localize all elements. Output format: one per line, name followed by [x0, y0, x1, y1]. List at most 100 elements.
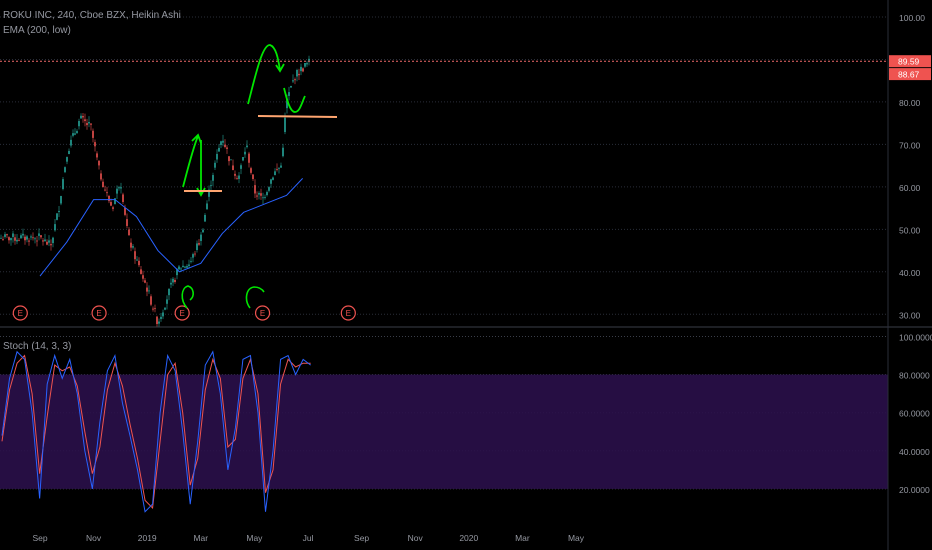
candle [212, 175, 214, 181]
candle [76, 131, 78, 134]
candle [20, 235, 22, 239]
candle [174, 279, 176, 282]
time-tick-label: Nov [408, 533, 424, 543]
candle [200, 234, 202, 241]
candle [152, 308, 154, 310]
candle [224, 144, 226, 147]
candle [50, 244, 52, 246]
price-tick-label: 30.00 [899, 310, 921, 320]
candle [300, 66, 302, 72]
candle [26, 236, 28, 240]
price-tick-label: 40.00 [899, 268, 921, 278]
candle [304, 62, 306, 67]
candle [148, 290, 150, 292]
candle [138, 260, 140, 266]
candle [302, 68, 304, 72]
candle [60, 196, 62, 204]
candle [98, 160, 100, 166]
candle [272, 177, 274, 180]
candle [108, 195, 110, 202]
candle [48, 240, 50, 243]
candle [24, 236, 26, 241]
candle [46, 241, 48, 245]
time-tick-label: Mar [515, 533, 530, 543]
candle [80, 115, 82, 119]
candle [42, 240, 44, 242]
candle [68, 150, 70, 155]
candle [190, 260, 192, 262]
earnings-marker-label: E [96, 309, 101, 318]
candle [170, 282, 172, 285]
candle [292, 80, 294, 82]
candle [216, 153, 218, 160]
candle [86, 123, 88, 126]
stoch-band [0, 374, 888, 489]
candle [294, 79, 296, 81]
candle [178, 266, 180, 270]
candle [120, 187, 122, 189]
candle [126, 219, 128, 226]
candle [192, 254, 194, 258]
candle [234, 173, 236, 176]
candle [162, 312, 164, 317]
candle [276, 169, 278, 170]
time-tick-label: 2019 [138, 533, 157, 543]
candle [232, 165, 234, 171]
candle [158, 321, 160, 324]
ema-legend[interactable]: EMA (200, low) [3, 25, 71, 36]
candle [100, 173, 102, 180]
candle [150, 296, 152, 305]
candle [144, 280, 146, 283]
candle [270, 179, 272, 184]
candle [196, 243, 198, 250]
candle [118, 187, 120, 189]
stoch-legend[interactable]: Stoch (14, 3, 3) [3, 341, 71, 352]
stoch-tick-label: 100.0000 [899, 333, 932, 343]
candle [228, 156, 230, 162]
candle [2, 239, 4, 241]
candle [164, 307, 166, 310]
price-tick-label: 50.00 [899, 225, 921, 235]
candle [130, 242, 132, 248]
candle [252, 174, 254, 180]
candle [182, 265, 184, 268]
chart-canvas[interactable]: EEEEE 100.0090.0080.0070.0060.0050.0040.… [0, 0, 932, 550]
candle [10, 237, 12, 241]
candle [218, 147, 220, 152]
candle [288, 92, 290, 96]
candle [32, 237, 34, 239]
candle [132, 246, 134, 248]
candle [82, 116, 84, 118]
candle [306, 63, 308, 65]
candle [116, 188, 118, 194]
candle [296, 69, 298, 77]
price-badge-label: 88.67 [898, 70, 920, 80]
candle [166, 299, 168, 304]
symbol-legend[interactable]: ROKU INC, 240, Cboe BZX, Heikin Ashi [3, 10, 181, 21]
candle [282, 147, 284, 157]
candle [142, 275, 144, 279]
time-tick-label: Sep [32, 533, 47, 543]
time-tick-label: Jul [303, 533, 314, 543]
candle [84, 119, 86, 122]
candle [266, 192, 268, 196]
candle [230, 159, 232, 161]
time-tick-label: Nov [86, 533, 102, 543]
candle [66, 157, 68, 162]
candle [308, 58, 310, 61]
candle [92, 130, 94, 138]
candle [90, 123, 92, 125]
candle [4, 234, 6, 237]
stoch-tick-label: 60.0000 [899, 409, 930, 419]
candle [22, 233, 24, 236]
candle [254, 185, 256, 194]
candle [70, 139, 72, 146]
candle [226, 147, 228, 149]
candle [94, 142, 96, 147]
candle [52, 237, 54, 244]
candle [102, 181, 104, 188]
price-tick-label: 100.00 [899, 13, 925, 23]
candle [256, 195, 258, 197]
candle [64, 167, 66, 173]
candle [206, 203, 208, 210]
